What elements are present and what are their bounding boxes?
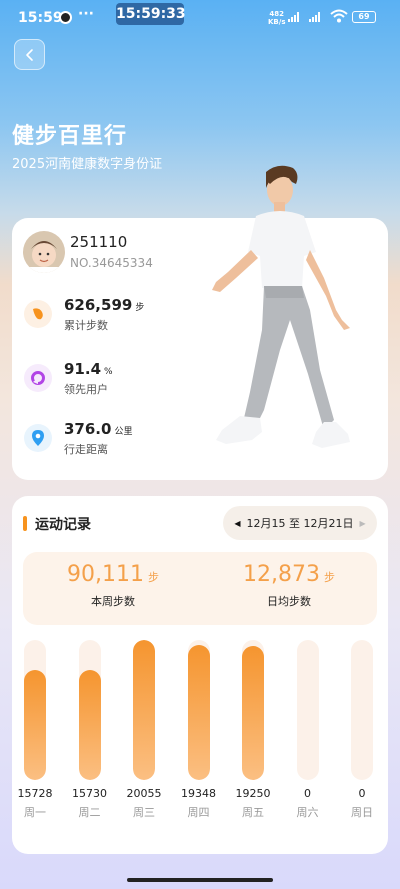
page-subtitle: 2025河南健康数字身份证 (12, 157, 163, 172)
bar-track (133, 640, 155, 780)
bar-track (296, 640, 319, 780)
stat-label: 累计步数 (64, 319, 108, 332)
stat-value: 91.4% (64, 360, 113, 378)
more-notifications-indicator: ··· (78, 6, 94, 22)
bar-track (242, 640, 264, 780)
stat-total-steps: 626,599 步 累计步数 (24, 296, 224, 336)
bar-track (351, 640, 373, 780)
activity-card: 运动记录 ◀ 12月15 至 12月21日 ▶ 90,111 步 本周步数 12,… (12, 496, 388, 854)
network-speed-unit: KB/s (268, 18, 286, 26)
ring-icon (24, 364, 52, 392)
bar-day-label: 周二 (78, 806, 101, 819)
bar-value-label: 0 (304, 787, 311, 800)
screen-recording-timer: 15:59:33 (116, 3, 186, 25)
bar-day-label: 周一 (24, 806, 46, 819)
bar-fill[interactable] (78, 670, 101, 780)
walking-person-illustration (212, 165, 350, 448)
notification-icon (59, 11, 72, 24)
stat-label: 领先用户 (64, 383, 108, 396)
bar-fill[interactable] (24, 670, 46, 780)
status-time: 15:59 (18, 10, 63, 26)
bar-value-label: 19348 (181, 787, 216, 800)
bar-track (187, 640, 210, 780)
status-bar: 15:59 ··· 15:59:33 482 KB/s 69 (0, 0, 400, 34)
bar-day-label: 周五 (242, 806, 264, 819)
bar-value-label: 0 (358, 787, 366, 800)
page-title: 健步百里行 (12, 124, 128, 149)
bar-fill[interactable] (133, 640, 155, 780)
bar-value-label: 19250 (235, 787, 271, 800)
bar-fill[interactable] (242, 646, 264, 780)
home-indicator[interactable] (127, 878, 273, 882)
bar-day-label: 周三 (133, 806, 155, 819)
location-pin-icon (24, 424, 52, 452)
stat-leading-users: 91.4% 领先用户 (24, 360, 224, 400)
chevron-left-icon (25, 48, 33, 61)
stat-distance: 376.0 公里 行走距离 (24, 420, 224, 460)
user-id: 251110 (70, 233, 128, 251)
bar-day-label: 周四 (187, 806, 210, 819)
avatar[interactable] (23, 231, 65, 273)
footprint-icon (24, 300, 52, 328)
stat-value: 626,599 步 (64, 296, 145, 314)
battery-icon: 69 (352, 11, 376, 23)
bar-day-label: 周日 (351, 806, 373, 819)
back-button[interactable] (14, 39, 45, 70)
bar-value-label: 15728 (17, 787, 53, 800)
bar-value-label: 15730 (72, 787, 107, 800)
bar-value-label: 20055 (126, 787, 162, 800)
stat-value: 376.0 公里 (64, 420, 133, 438)
bar-track (24, 640, 46, 780)
wifi-icon (330, 9, 348, 23)
baby-avatar-image (23, 231, 65, 273)
bar-day-label: 周六 (296, 806, 319, 819)
bar-track (78, 640, 101, 780)
network-speed: 482 KB/s (268, 10, 285, 26)
user-number: NO.34645334 (70, 256, 153, 270)
signal-icon (309, 12, 320, 22)
network-speed-value: 482 (269, 10, 285, 18)
bar-fill[interactable] (187, 645, 210, 780)
signal-icon (288, 12, 299, 22)
stat-label: 行走距离 (64, 443, 108, 456)
weekly-steps-chart: 15728 周一 15730 周二 20055 周三 19348 周四 19250 周五 0 周六 0 周… (12, 496, 388, 854)
